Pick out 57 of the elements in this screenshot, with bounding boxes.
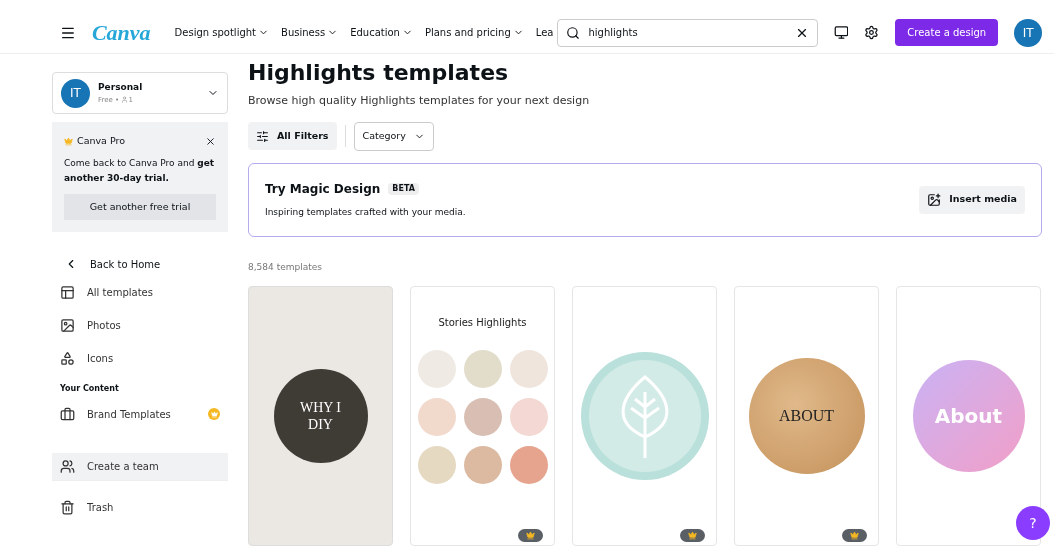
crown-icon [526,531,535,540]
leaf-icon [580,352,709,480]
crown-icon [64,136,73,146]
sidebar-item[interactable]: Trash [52,493,228,522]
avatar: IT [61,78,90,108]
search-input[interactable]: highlights [588,25,787,40]
promo-text: Come back to Canva Pro and get another 30-day trial. [64,157,216,186]
template-card[interactable]: Stories Highlights [410,286,555,546]
banner-title: Try Magic Design [265,180,381,198]
insert-media-button[interactable]: Insert media [919,185,1025,214]
image-plus-icon [927,192,942,207]
nav-menu-item[interactable]: Lea [535,25,554,40]
sidebar-item[interactable]: All templates [52,276,228,310]
template-count: 8,584 templates [248,260,323,274]
template-card[interactable]: ABOUT [734,286,879,546]
avatar[interactable]: IT [1014,18,1042,47]
template-text: About [934,403,1003,430]
close-icon[interactable] [205,135,216,147]
free-trial-button[interactable]: Get another free trial [64,194,216,221]
account-name: Personal [98,81,144,94]
search-icon [566,25,581,40]
section-heading: Your Content [59,383,120,396]
nav-menu-item[interactable]: Business [281,25,339,40]
category-dropdown[interactable]: Category [353,121,434,151]
create-design-button[interactable]: Create a design [895,19,999,46]
sidebar-item[interactable]: Brand Templates [52,399,228,430]
people-icon [60,459,75,475]
image-icon [60,318,75,334]
sidebar-item[interactable]: Photos [52,309,228,343]
all-filters-button[interactable]: All Filters [248,122,337,150]
template-text: ABOUT [778,406,835,426]
shapes-icon [60,351,75,367]
nav-menu-item[interactable]: Design spotlight [174,25,270,40]
crown-icon [850,531,859,540]
template-title: Stories Highlights [438,316,527,330]
page-subtitle: Browse high quality Highlights templates for your next design [248,93,591,109]
promo-title: Canva Pro [77,134,126,148]
briefcase-icon [60,406,75,422]
beta-badge: BETA [388,182,419,195]
template-text: WHY I DIY [298,398,343,434]
layout-icon [60,285,75,301]
sliders-icon [256,129,269,143]
banner-text: Inspiring templates crafted with your media. [265,205,466,219]
template-card[interactable]: WHY I DIY [248,286,393,546]
sidebar-item[interactable]: Create a team [52,453,228,482]
sidebar-item[interactable]: Icons [52,342,228,376]
nav-menu-item[interactable]: Education [350,25,413,40]
trash-icon [60,499,75,515]
back-to-home-link[interactable]: Back to Home [52,252,228,277]
monitor-icon[interactable] [833,25,849,40]
help-button[interactable]: ? [1016,506,1050,540]
settings-icon[interactable] [864,25,880,40]
page-title: Highlights templates [248,59,510,87]
crown-icon [688,531,697,540]
search-field[interactable]: highlights [557,18,818,47]
nav-menu-item[interactable]: Plans and pricing [424,25,524,40]
person-icon [121,96,129,104]
